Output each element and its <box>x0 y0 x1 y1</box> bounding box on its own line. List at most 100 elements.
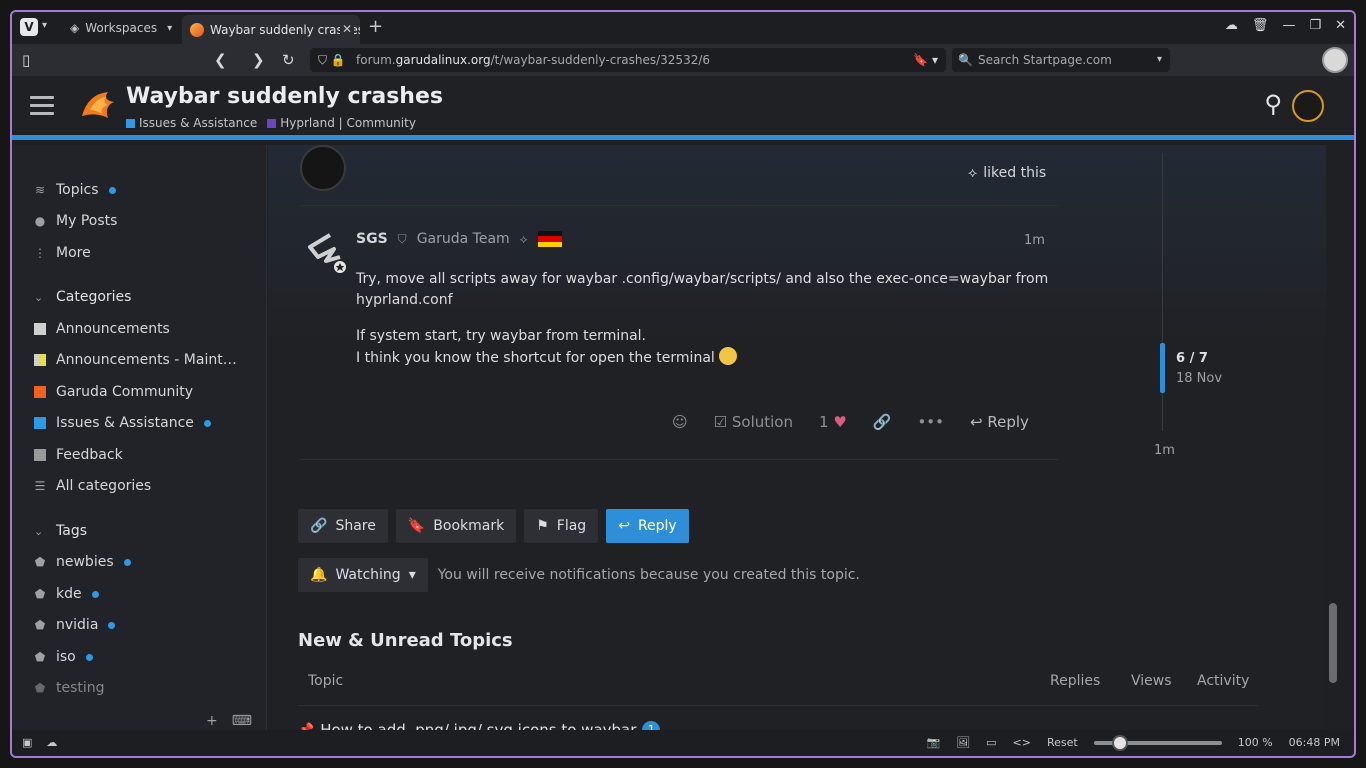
sidebar-tag-newbies[interactable]: ⬟ newbies <box>34 554 131 570</box>
reload-icon[interactable]: ↻ <box>282 51 295 69</box>
topic-title[interactable]: Waybar suddenly crashes <box>126 84 443 109</box>
post-time[interactable]: 1m <box>1024 233 1045 248</box>
sidebar-item-label: nvidia <box>56 617 99 633</box>
chevron-down-icon: ▾ <box>167 22 173 34</box>
chevron-down-icon: ⌄ <box>34 524 44 538</box>
close-window-icon[interactable]: ✕ <box>1335 18 1346 33</box>
panel-toggle-icon[interactable]: ▣ <box>22 736 32 749</box>
url-path: /t/waybar-suddenly-crashes/32532/6 <box>490 53 711 67</box>
emoji-react-icon[interactable]: ☺ <box>672 413 688 431</box>
share-button[interactable]: 🔗 Share <box>298 509 388 543</box>
timeline-handle[interactable] <box>1160 343 1165 393</box>
sidebar-category-announcements-maint[interactable]: Announcements - Maint… <box>34 352 237 368</box>
zoom-reset-button[interactable]: Reset <box>1047 736 1078 749</box>
sidebar-category-garuda-community[interactable]: Garuda Community <box>34 384 193 400</box>
new-tab-icon[interactable]: + <box>368 16 383 37</box>
column-topic[interactable]: Topic <box>308 673 343 689</box>
username[interactable]: SGS <box>356 231 388 247</box>
sidebar-tag-iso[interactable]: ⬟ iso <box>34 649 93 665</box>
zoom-slider[interactable] <box>1093 734 1222 751</box>
panel-toggle-icon[interactable]: ▯ <box>22 51 30 69</box>
notification-level-dropdown[interactable]: 🔔 Watching ▾ <box>298 558 428 592</box>
user-group[interactable]: Garuda Team <box>417 231 510 247</box>
url-field[interactable]: ⛉ 🔒 forum.garudalinux.org/t/waybar-sudde… <box>310 48 946 72</box>
sidebar-item-my-posts[interactable]: ● My Posts <box>34 213 118 229</box>
profile-avatar[interactable] <box>1322 47 1348 73</box>
cloud-sync-icon[interactable]: ☁ <box>1225 18 1238 33</box>
bookmark-button[interactable]: 🔖 Bookmark <box>395 509 517 543</box>
garuda-favicon-icon <box>190 22 204 37</box>
vivaldi-menu-icon[interactable]: V <box>20 18 38 36</box>
tag-icon: ⬟ <box>34 618 46 632</box>
like-button[interactable]: 1 ♥ <box>819 413 847 431</box>
scrollbar-thumb[interactable] <box>1329 603 1337 683</box>
zoom-slider-knob[interactable] <box>1111 734 1128 751</box>
sidebar-tag-nvidia[interactable]: ⬟ nvidia <box>34 617 116 633</box>
unread-dot <box>123 558 131 566</box>
flag-button[interactable]: ⚑ Flag <box>524 509 599 543</box>
close-tab-icon[interactable]: ✕ <box>340 22 354 36</box>
camera-icon[interactable]: 📷 <box>926 736 940 749</box>
reply-button[interactable]: ↩ Reply <box>606 509 689 543</box>
garuda-logo-icon[interactable] <box>78 88 118 124</box>
user-avatar[interactable] <box>1292 90 1324 122</box>
chevron-down-icon: ⌄ <box>34 290 44 304</box>
sidebar-category-announcements[interactable]: Announcements <box>34 321 170 337</box>
categories-heading[interactable]: ⌄ Categories <box>34 289 131 305</box>
post-author-avatar[interactable] <box>300 227 348 275</box>
post-author: SGS ⛉ Garuda Team ⟡ <box>356 231 562 247</box>
sidebar-item-label: testing <box>56 680 105 696</box>
notification-text: You will receive notifications because y… <box>437 567 860 583</box>
window-icon[interactable]: ▭ <box>986 736 996 749</box>
flag-icon: ⚑ <box>536 518 549 534</box>
restore-icon[interactable]: ❐ <box>1309 18 1321 33</box>
sidebar-category-all[interactable]: ☰ All categories <box>34 478 152 494</box>
keyboard-icon[interactable]: ⌨ <box>232 713 252 729</box>
bookmark-icon[interactable]: 🔖 ▾ <box>913 48 938 72</box>
sidebar-item-more[interactable]: ⋮ More <box>34 245 91 261</box>
cloud-icon[interactable]: ☁ <box>46 736 57 749</box>
forward-icon[interactable]: ❯ <box>252 51 265 69</box>
lock-icon: ⛉ 🔒 <box>318 53 346 67</box>
scrollbar[interactable] <box>1326 145 1340 737</box>
sidebar-category-feedback[interactable]: Feedback <box>34 447 123 463</box>
tab-active[interactable]: Waybar suddenly crashes - I ✕ <box>182 15 360 44</box>
forum-header: Waybar suddenly crashes Issues & Assista… <box>12 76 1354 140</box>
code-icon[interactable]: <> <box>1013 736 1031 749</box>
category-badge-issues[interactable]: Issues & Assistance <box>126 116 257 130</box>
back-icon[interactable]: ❮ <box>214 51 227 69</box>
timeline-bottom-time[interactable]: 1m <box>1154 443 1175 458</box>
category-badge-hyprland[interactable]: Hyprland | Community <box>267 116 416 130</box>
zoom-level: 100 % <box>1237 736 1273 749</box>
link-icon[interactable]: 🔗 <box>873 413 892 431</box>
divider <box>300 205 1058 206</box>
sidebar-tag-testing[interactable]: ⬟ testing <box>34 680 105 696</box>
tags-heading[interactable]: ⌄ Tags <box>34 523 87 539</box>
category-color <box>34 449 46 461</box>
post-reply-button[interactable]: ↩ Reply <box>970 413 1029 431</box>
search-field[interactable]: 🔍 Search Startpage.com ▾ <box>952 48 1170 72</box>
search-icon: 🔍 <box>958 53 973 67</box>
notification-row: 🔔 Watching ▾ You will receive notificati… <box>298 558 860 592</box>
column-activity[interactable]: Activity <box>1197 673 1249 689</box>
add-icon[interactable]: + <box>206 713 218 729</box>
column-views[interactable]: Views <box>1131 673 1172 689</box>
chevron-down-icon[interactable]: ▾ <box>42 20 47 31</box>
chevron-down-icon[interactable]: ▾ <box>1157 48 1162 72</box>
sidebar-item-topics[interactable]: ≋ Topics <box>34 182 116 198</box>
solution-button[interactable]: ☑ Solution <box>714 413 793 431</box>
trash-icon[interactable]: 🗑 <box>1252 18 1269 33</box>
minimize-icon[interactable]: — <box>1282 18 1295 33</box>
url-host: garudalinux.org <box>395 53 491 67</box>
search-icon[interactable]: ⚲ <box>1264 90 1282 118</box>
category-color <box>34 386 46 398</box>
image-icon[interactable]: 🖼 <box>956 736 970 749</box>
hamburger-menu-icon[interactable] <box>30 96 54 116</box>
workspaces-button[interactable]: ◈ Workspaces ▾ <box>70 18 172 38</box>
more-icon[interactable]: ••• <box>917 413 944 431</box>
liker-avatar[interactable] <box>300 145 346 191</box>
column-replies[interactable]: Replies <box>1050 673 1100 689</box>
button-label: Flag <box>556 518 587 534</box>
sidebar-tag-kde[interactable]: ⬟ kde <box>34 586 99 602</box>
sidebar-category-issues[interactable]: Issues & Assistance <box>34 415 211 431</box>
